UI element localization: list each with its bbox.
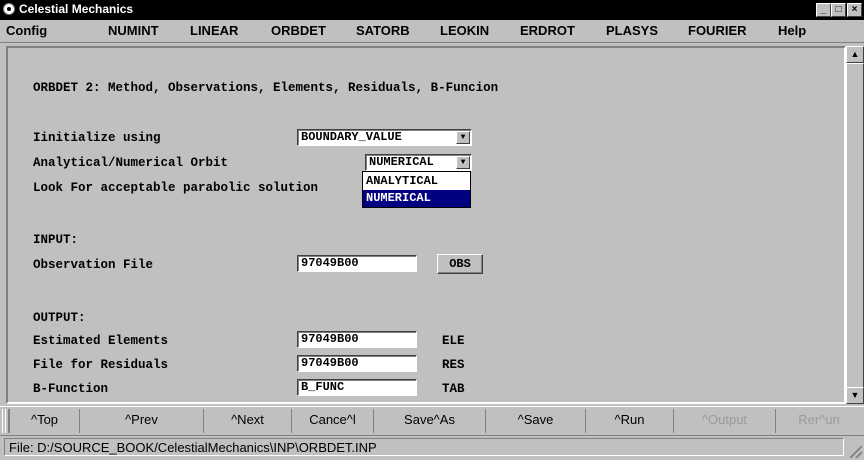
title-bar: Celestial Mechanics _ □ × — [0, 0, 864, 20]
observation-file-label: Observation File — [33, 258, 154, 272]
app-icon[interactable] — [3, 3, 15, 15]
tab-extension: TAB — [442, 382, 465, 396]
form-heading: ORBDET 2: Method, Observations, Elements… — [33, 81, 499, 95]
orbit-dropdown-list: ANALYTICAL NUMERICAL — [362, 171, 471, 208]
minimize-button[interactable]: _ — [816, 3, 831, 17]
parabolic-label: Look For acceptable parabolic solution — [33, 181, 319, 195]
b-function-label: B-Function — [33, 382, 109, 396]
cancel-button[interactable]: Cance^l — [292, 409, 374, 433]
maximize-button[interactable]: □ — [831, 3, 846, 17]
b-function-input[interactable]: B_FUNC — [297, 379, 417, 396]
menu-config[interactable]: Config — [6, 23, 47, 38]
menu-erdrot[interactable]: ERDROT — [520, 23, 575, 38]
scroll-down-icon[interactable]: ▼ — [846, 387, 864, 404]
scroll-thumb[interactable] — [846, 63, 864, 393]
residuals-file-label: File for Residuals — [33, 358, 169, 372]
save-button[interactable]: ^Save — [486, 409, 586, 433]
input-heading: INPUT: — [33, 233, 79, 247]
rerun-button[interactable]: Rer^un — [776, 409, 862, 433]
menu-plasys[interactable]: PLASYS — [606, 23, 658, 38]
status-bar: File: D:/SOURCE_BOOK/CelestialMechanics\… — [0, 435, 864, 460]
chevron-down-icon[interactable]: ▼ — [456, 131, 470, 144]
status-text: File: D:/SOURCE_BOOK/CelestialMechanics\… — [4, 438, 844, 456]
scroll-up-icon[interactable]: ▲ — [846, 46, 864, 63]
save-as-button[interactable]: Save^As — [374, 409, 486, 433]
initialize-select[interactable]: BOUNDARY_VALUE ▼ — [297, 129, 472, 146]
menu-help[interactable]: Help — [778, 23, 806, 38]
output-button[interactable]: ^Output — [674, 409, 776, 433]
orbit-select-value: NUMERICAL — [369, 155, 434, 169]
toolbar-grip[interactable] — [2, 409, 10, 433]
window-title: Celestial Mechanics — [19, 2, 134, 16]
orbit-select[interactable]: NUMERICAL ▼ — [365, 154, 472, 171]
menu-bar: Config NUMINT LINEAR ORBDET SATORB LEOKI… — [0, 20, 864, 43]
option-numerical[interactable]: NUMERICAL — [363, 190, 470, 207]
prev-button[interactable]: ^Prev — [80, 409, 204, 433]
top-button[interactable]: ^Top — [10, 409, 80, 433]
menu-satorb[interactable]: SATORB — [356, 23, 410, 38]
initialize-select-value: BOUNDARY_VALUE — [301, 130, 402, 144]
obs-button[interactable]: OBS — [437, 254, 483, 274]
form-panel — [6, 46, 846, 404]
chevron-down-icon[interactable]: ▼ — [456, 156, 470, 169]
orbit-label: Analytical/Numerical Orbit — [33, 156, 229, 170]
residuals-file-input[interactable]: 97049B00 — [297, 355, 417, 372]
bottom-toolbar: ^Top ^Prev ^Next Cance^l Save^As ^Save ^… — [0, 406, 864, 435]
ele-extension: ELE — [442, 334, 465, 348]
vertical-scrollbar[interactable]: ▲ ▼ — [846, 46, 864, 404]
menu-fourier[interactable]: FOURIER — [688, 23, 747, 38]
initialize-label: Iinitialize using — [33, 131, 161, 145]
output-heading: OUTPUT: — [33, 311, 86, 325]
menu-orbdet[interactable]: ORBDET — [271, 23, 326, 38]
option-analytical[interactable]: ANALYTICAL — [363, 173, 470, 190]
res-extension: RES — [442, 358, 465, 372]
estimated-elements-label: Estimated Elements — [33, 334, 169, 348]
menu-leokin[interactable]: LEOKIN — [440, 23, 489, 38]
menu-numint[interactable]: NUMINT — [108, 23, 159, 38]
run-button[interactable]: ^Run — [586, 409, 674, 433]
menu-linear[interactable]: LINEAR — [190, 23, 238, 38]
estimated-elements-input[interactable]: 97049B00 — [297, 331, 417, 348]
next-button[interactable]: ^Next — [204, 409, 292, 433]
observation-file-input[interactable]: 97049B00 — [297, 255, 417, 272]
close-button[interactable]: × — [847, 3, 862, 17]
size-grip-icon[interactable] — [850, 446, 862, 458]
